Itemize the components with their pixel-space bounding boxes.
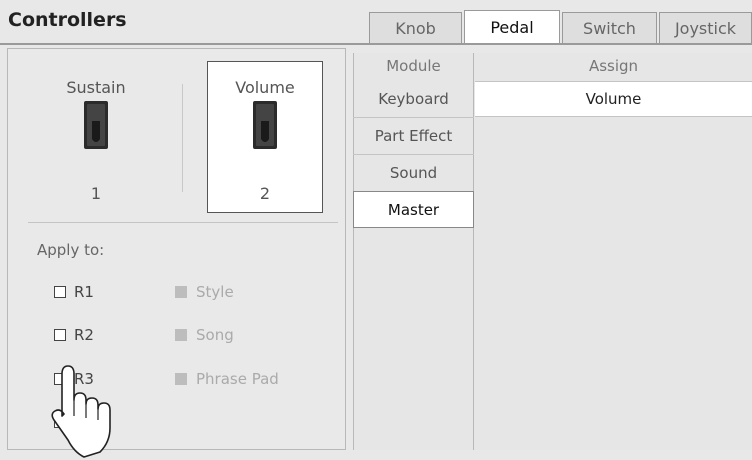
- sustain-pedal-button[interactable]: [84, 101, 108, 153]
- assign-value-row[interactable]: Volume: [475, 81, 752, 117]
- sustain-pedal-label: Sustain: [66, 78, 126, 97]
- module-item-sound[interactable]: Sound: [353, 155, 474, 192]
- checkbox-r1-label: R1: [74, 283, 94, 301]
- style-square: [175, 286, 187, 298]
- pedal-icon: [253, 101, 277, 149]
- pedal-divider: [182, 84, 183, 192]
- checkbox-r2-label: R2: [74, 326, 94, 344]
- section-divider: [28, 222, 338, 223]
- checkbox-r1[interactable]: [54, 286, 66, 298]
- checkbox-r2[interactable]: [54, 329, 66, 341]
- pedal-icon: [84, 101, 108, 149]
- module-header: Module: [386, 57, 441, 75]
- volume-pedal-number: 2: [259, 184, 271, 203]
- tab-pedal[interactable]: Pedal: [464, 10, 560, 43]
- apply-to-label: Apply to:: [37, 241, 105, 259]
- module-item-keyboard[interactable]: Keyboard: [353, 81, 474, 118]
- page-title: Controllers: [8, 9, 127, 31]
- module-item-master[interactable]: Master: [353, 191, 474, 228]
- song-square: [175, 329, 187, 341]
- phrase-pad-option-label: Phrase Pad: [196, 370, 279, 388]
- tab-joystick[interactable]: Joystick: [659, 12, 752, 43]
- tab-switch[interactable]: Switch: [562, 12, 657, 43]
- hand-pointer-icon: [51, 365, 111, 458]
- song-option-label: Song: [196, 326, 234, 344]
- phrase-pad-square: [175, 373, 187, 385]
- module-item-part-effect[interactable]: Part Effect: [353, 118, 474, 155]
- volume-pedal-label: Volume: [235, 78, 295, 97]
- sustain-pedal-number: 1: [90, 184, 102, 203]
- style-option-label: Style: [196, 283, 234, 301]
- volume-pedal-graphic: [253, 101, 277, 153]
- assign-header: Assign: [588, 57, 639, 75]
- tab-knob[interactable]: Knob: [369, 12, 462, 43]
